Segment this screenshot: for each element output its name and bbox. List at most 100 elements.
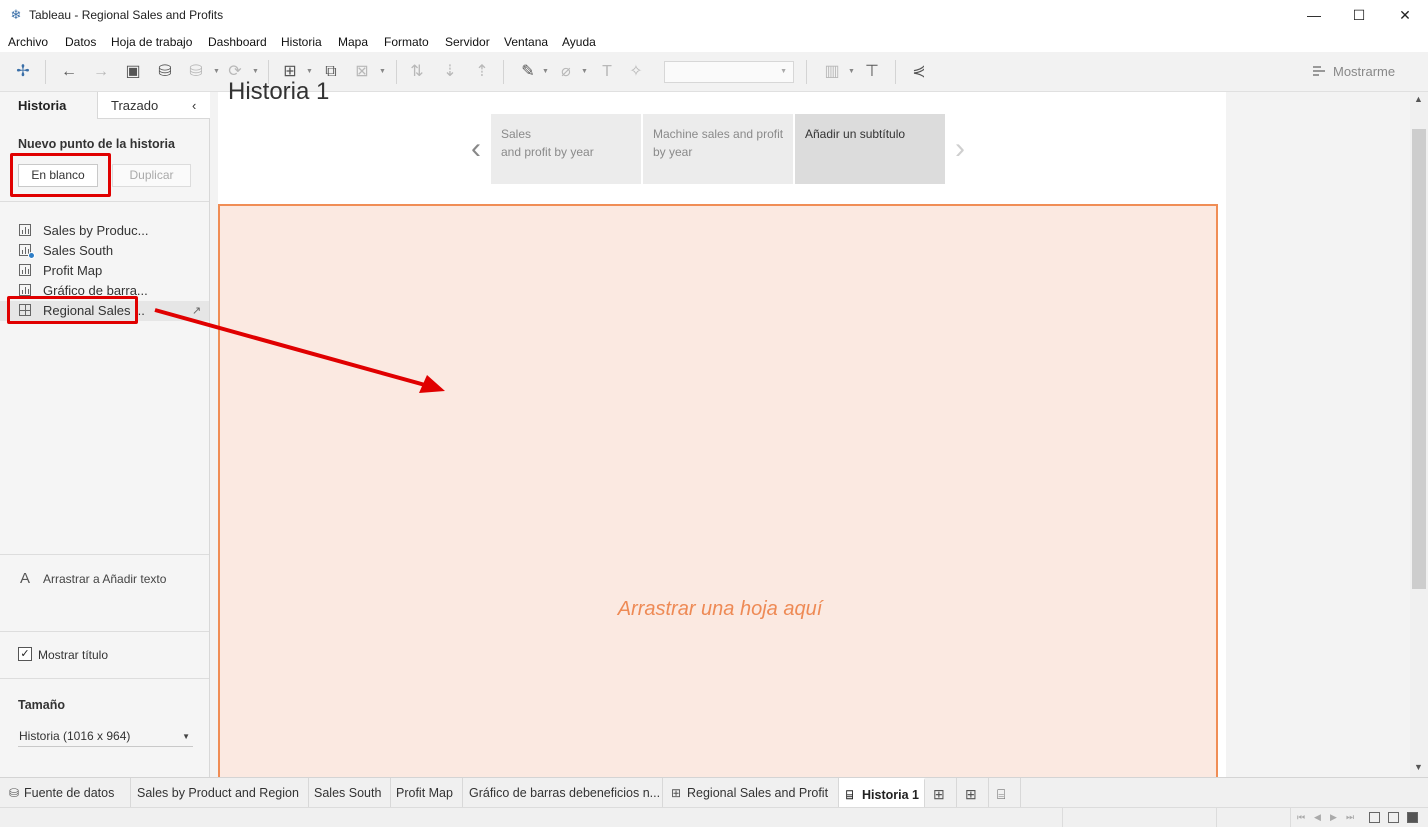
swap-axes-icon[interactable]: ⇅ [407,62,427,82]
story-side-panel: Historia Trazado ‹ Nuevo punto de la his… [0,92,210,777]
new-story-point-title: Nuevo punto de la historia [18,137,175,151]
undo-icon[interactable]: ← [59,62,79,82]
sort-descending-icon[interactable]: ⇡ [472,62,492,82]
fix-axes-icon[interactable]: ✧ [626,62,646,82]
menu-datos[interactable]: Datos [65,35,96,49]
tab-bar-chart[interactable]: Gráfico de barras debeneficios n... [463,778,663,808]
show-me-button[interactable]: Mostrarme [1333,64,1395,79]
scroll-down-icon[interactable]: ▼ [1414,762,1423,772]
tab-label: Regional Sales and Profit [687,786,829,800]
sheet-item-label: Profit Map [43,263,103,278]
tab-regional-sales[interactable]: ⊞ Regional Sales and Profit [663,778,839,808]
show-sheet-sorter-icon[interactable] [1388,812,1399,823]
sheet-item-sales-south[interactable]: Sales South [0,241,209,261]
fit-dropdown[interactable]: ▼ [664,61,794,83]
group-members-icon[interactable]: ⌀ [556,62,576,82]
menu-formato[interactable]: Formato [384,35,429,49]
tab-label: Sales South [314,786,382,800]
scroll-up-icon[interactable]: ▲ [1414,94,1423,104]
maximize-icon[interactable]: ☐ [1336,4,1382,28]
new-data-source-icon[interactable]: ⛁ [155,62,175,82]
story-point-caption: Sales and profit by year [501,127,594,159]
close-icon[interactable]: ✕ [1382,4,1428,28]
tableau-start-icon[interactable]: ✢ [13,62,33,82]
size-dropdown[interactable]: Historia (1016 x 964) ▼ [18,727,193,747]
chevron-down-icon: ▼ [182,732,190,741]
story-sheet: Historia 1 ‹ Sales and profit by year Ma… [218,78,1226,784]
redo-icon[interactable]: → [91,62,111,82]
tab-label: Historia 1 [862,788,919,802]
chevron-left-icon[interactable]: ‹ [192,98,196,113]
menu-archivo[interactable]: Archivo [8,35,48,49]
show-title-checkbox[interactable]: ✓ [18,647,32,661]
cards-icon[interactable]: ▥ [822,62,842,82]
minimize-icon[interactable]: — [1291,4,1337,28]
menu-hoja-de-trabajo[interactable]: Hoja de trabajo [111,35,192,49]
new-worksheet-tab-button[interactable]: ⊞ [925,778,957,808]
scrollbar-thumb[interactable] [1412,129,1426,589]
sheet-item-sales-by-product[interactable]: Sales by Produc... [0,221,209,241]
sheet-item-profit-map[interactable]: Profit Map [0,261,209,281]
sheet-tab-bar: ⛁ Fuente de datos Sales by Product and R… [0,777,1428,808]
save-icon[interactable]: ▣ [123,62,143,82]
show-me-icon [1313,66,1325,76]
clear-sheet-icon[interactable]: ⊠ [352,62,372,82]
story-point-3[interactable]: Añadir un subtítulo [795,114,945,184]
tab-trazado[interactable]: Trazado ‹ [97,92,210,119]
story-title[interactable]: Historia 1 [228,78,329,106]
bar-chart-icon [19,284,31,296]
tab-historia[interactable]: Historia [0,92,97,119]
highlight-icon[interactable]: ✎ [518,62,538,82]
story-point-2[interactable]: Machine sales and profit by year [643,114,793,184]
story-point-1[interactable]: Sales and profit by year [491,114,641,184]
tab-sales-south[interactable]: Sales South [309,778,391,808]
new-story-tab-button[interactable]: ⌸ [989,778,1021,808]
chevron-left-icon[interactable]: ‹ [471,132,481,166]
size-section-title: Tamaño [18,698,65,712]
title-bar: ❄ Tableau - Regional Sales and Profits —… [0,0,1428,32]
menu-historia[interactable]: Historia [281,35,322,49]
previous-sheet-icon[interactable]: ◀ [1314,812,1321,823]
duplicate-button[interactable]: Duplicar [112,164,191,187]
bar-chart-icon [19,264,31,276]
last-sheet-icon[interactable]: ⏭ [1346,812,1354,823]
drag-text-object[interactable]: Arrastrar a Añadir texto [43,572,166,586]
show-labels-icon[interactable]: T [597,62,617,82]
show-title-label: Mostrar título [38,648,109,662]
vertical-scrollbar[interactable]: ▲ ▼ [1410,92,1428,777]
size-dropdown-value: Historia (1016 x 964) [19,729,131,743]
menu-ventana[interactable]: Ventana [504,35,548,49]
share-icon[interactable]: ⋞ [909,62,929,82]
show-filmstrip-icon[interactable] [1369,812,1380,823]
go-to-sheet-icon[interactable]: ↗ [192,304,201,317]
new-story-icon: ⌸ [997,786,1006,802]
pause-updates-icon[interactable]: ⛁ [186,62,206,82]
presentation-icon[interactable]: ⊤ [862,62,882,82]
tab-profit-map[interactable]: Profit Map [391,778,463,808]
new-dashboard-tab-button[interactable]: ⊞ [957,778,989,808]
tableau-logo-icon: ❄ [10,7,22,22]
menu-mapa[interactable]: Mapa [338,35,368,49]
new-worksheet-icon: ⊞ [933,786,945,802]
text-object-icon: A [20,570,31,587]
annotation-highlight-box [7,296,138,324]
sheet-drop-zone[interactable]: Arrastrar una hoja aquí [218,204,1218,784]
datasource-icon: ⛁ [9,786,20,800]
tab-label: Sales by Product and Region [137,786,299,800]
tab-historia-1[interactable]: ⌸ Historia 1 [839,778,925,808]
next-sheet-icon[interactable]: ▶ [1330,812,1337,823]
story-canvas: Historia 1 ‹ Sales and profit by year Ma… [210,78,1410,784]
story-book-icon: ⌸ [846,788,854,802]
drop-hint-text: Arrastrar una hoja aquí [617,598,823,620]
annotation-highlight-box [10,153,111,197]
menu-bar: Archivo Datos Hoja de trabajo Dashboard … [0,32,1428,52]
menu-ayuda[interactable]: Ayuda [562,35,596,49]
menu-dashboard[interactable]: Dashboard [208,35,267,49]
chevron-right-icon[interactable]: › [955,132,965,166]
first-sheet-icon[interactable]: ⏮ [1297,812,1305,823]
tab-data-source[interactable]: ⛁ Fuente de datos [0,778,131,808]
sort-ascending-icon[interactable]: ⇣ [440,62,460,82]
tab-sales-by-product[interactable]: Sales by Product and Region [131,778,309,808]
show-tabs-icon[interactable] [1407,812,1418,823]
menu-servidor[interactable]: Servidor [445,35,490,49]
